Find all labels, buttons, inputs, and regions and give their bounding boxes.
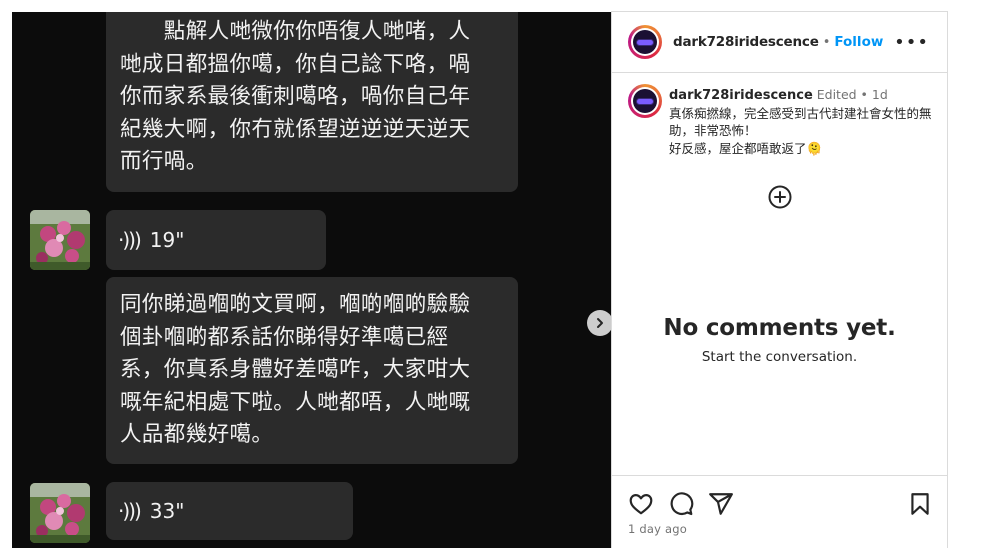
action-bar: 1 day ago bbox=[612, 475, 947, 548]
heart-icon[interactable] bbox=[628, 491, 654, 517]
flower-avatar bbox=[30, 483, 90, 543]
message-line: 而行喎。 bbox=[120, 149, 208, 175]
chat-message-bubble: 點解人哋微你你唔復人哋啫，人 哋成日都搵你噶，你自己諗下咯，喎 你而家系最後衝刺… bbox=[106, 12, 518, 192]
caption-meta: Edited • 1d bbox=[816, 87, 888, 102]
voice-message[interactable]: ·))) 33" bbox=[106, 482, 353, 540]
empty-comments-subtitle: Start the conversation. bbox=[701, 349, 858, 365]
plus-circle-icon[interactable] bbox=[768, 185, 792, 209]
post-date: 1 day ago bbox=[628, 522, 687, 536]
next-image-button[interactable] bbox=[587, 310, 611, 336]
message-line: 你而家系最後衝刺噶咯，喎你自己年 bbox=[120, 84, 471, 110]
caption-username[interactable]: dark728iridescence bbox=[669, 88, 813, 103]
post-image: 點解人哋微你你唔復人哋啫，人 哋成日都搵你噶，你自己諗下咯，喎 你而家系最後衝刺… bbox=[12, 12, 611, 548]
flower-photo-icon bbox=[30, 210, 90, 270]
caption-text: dark728iridescence Edited • 1d 真係痴撚線，完全感… bbox=[669, 86, 941, 157]
comment-icon[interactable] bbox=[668, 491, 694, 517]
voice-message[interactable]: ·))) 19" bbox=[106, 210, 326, 270]
caption-body: 真係痴撚線，完全感受到古代封建社會女性的無助，非常恐怖！ 好反感，屋企都唔敢返了… bbox=[669, 105, 932, 156]
message-line: 嘅年紀相處下啦。人哋都唔，人哋嘅 bbox=[120, 389, 471, 415]
message-line: 人品都幾好噶。 bbox=[120, 422, 274, 448]
message-line: 同你睇過嗰啲文買啊，嗰啲嗰啲驗驗 bbox=[120, 292, 471, 317]
message-line: 點解人哋微你你唔復人哋啫，人 bbox=[120, 19, 471, 44]
post-header: dark728iridescence • Follow ••• bbox=[612, 12, 947, 73]
chat-message-bubble: 同你睇過嗰啲文買啊，嗰啲嗰啲驗驗 個卦嗰啲都系話你睇得好準噶已經 系，你真系身體… bbox=[106, 277, 518, 464]
bookmark-icon[interactable] bbox=[907, 491, 933, 517]
separator-dot: • bbox=[822, 34, 831, 50]
avatar[interactable] bbox=[628, 25, 662, 59]
message-line: 紀幾大啊，你冇就係望逆逆逆天逆天 bbox=[120, 116, 471, 142]
author-username[interactable]: dark728iridescence bbox=[673, 34, 819, 50]
sound-wave-icon: ·))) bbox=[118, 499, 142, 523]
post-viewer: 點解人哋微你你唔復人哋啫，人 哋成日都搵你噶，你自己諗下咯，喎 你而家系最後衝刺… bbox=[0, 0, 992, 548]
chevron-right-icon bbox=[597, 318, 603, 328]
avatar[interactable] bbox=[628, 84, 662, 118]
message-line: 個卦嗰啲都系話你睇得好準噶已經 bbox=[120, 324, 449, 350]
voice-duration: 33" bbox=[149, 499, 185, 523]
empty-comments: No comments yet. Start the conversation. bbox=[612, 315, 947, 365]
empty-comments-title: No comments yet. bbox=[663, 315, 896, 341]
follow-button[interactable]: Follow bbox=[834, 34, 883, 50]
more-options-icon[interactable]: ••• bbox=[894, 32, 929, 53]
flower-photo-icon bbox=[30, 483, 90, 543]
paper-plane-icon[interactable] bbox=[708, 491, 734, 517]
message-line: 系，你真系身體好差噶咋，大家咁大 bbox=[120, 357, 471, 383]
message-line: 哋成日都搵你噶，你自己諗下咯，喎 bbox=[120, 51, 471, 77]
flower-avatar bbox=[30, 210, 90, 270]
sound-wave-icon: ·))) bbox=[118, 228, 142, 252]
post-side-panel: dark728iridescence • Follow ••• dark728i… bbox=[611, 11, 948, 548]
voice-duration: 19" bbox=[149, 228, 185, 252]
